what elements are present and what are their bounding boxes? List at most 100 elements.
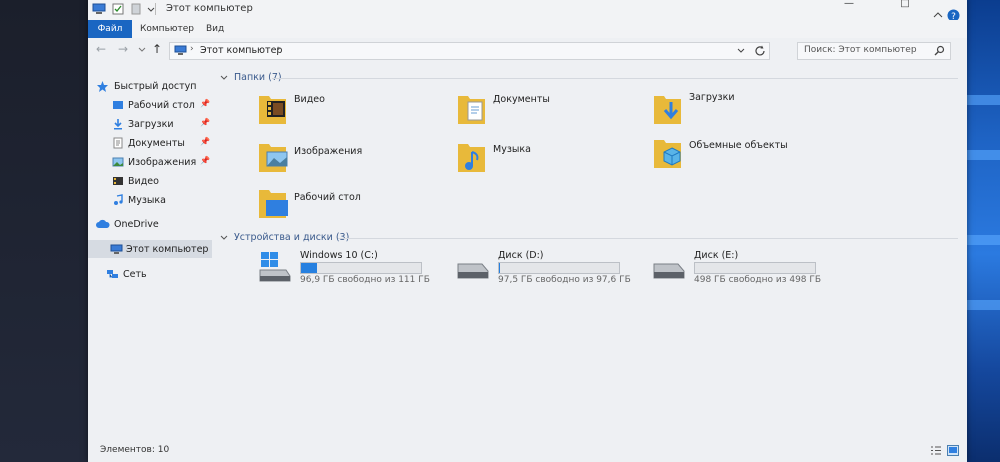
folder-pictures[interactable]: Изображения — [258, 140, 438, 180]
explorer-window: Этот компьютер — □ ? Файл Компьютер Вид … — [88, 0, 967, 462]
sidebar-item-documents[interactable]: Документы — [112, 135, 185, 151]
window-title: Этот компьютер — [166, 3, 253, 14]
pin-icon[interactable]: 📌 — [200, 137, 210, 146]
sidebar-item-this-pc[interactable]: Этот компьютер — [88, 240, 212, 258]
videos-icon — [113, 177, 123, 185]
folder-label: Изображения — [294, 146, 363, 157]
search-box[interactable]: Поиск: Этот компьютер — [797, 42, 951, 60]
sidebar-item-pictures[interactable]: Изображения — [112, 154, 196, 170]
refresh-icon[interactable] — [754, 45, 766, 57]
drive-usage-bar — [498, 262, 620, 274]
documents-icon — [113, 137, 123, 149]
group-divider — [272, 78, 958, 79]
sidebar-item-label: Рабочий стол — [128, 99, 195, 111]
drive-name: Windows 10 (C:) — [300, 250, 378, 261]
pin-icon[interactable]: 📌 — [200, 156, 210, 165]
search-input[interactable]: Поиск: Этот компьютер — [804, 45, 917, 55]
tab-file[interactable]: Файл — [88, 20, 132, 38]
maximize-button[interactable]: □ — [892, 0, 918, 9]
up-button[interactable]: ↑ — [152, 42, 162, 56]
folder-label: Документы — [493, 94, 550, 105]
breadcrumb-separator-icon[interactable]: › — [277, 44, 281, 54]
folder-label: Музыка — [493, 144, 531, 155]
item-count: Элементов: 10 — [100, 445, 170, 455]
sidebar-item-network[interactable]: Сеть — [106, 266, 147, 282]
drives-group-header[interactable]: Устройства и диски (3) — [220, 232, 349, 243]
sidebar-item-label: Загрузки — [128, 118, 174, 130]
drive-e[interactable]: Диск (E:) 498 ГБ свободно из 498 ГБ — [652, 250, 852, 286]
group-divider — [338, 238, 958, 239]
folder-documents[interactable]: Документы — [457, 92, 637, 132]
pin-icon[interactable]: 📌 — [200, 118, 210, 127]
star-icon — [97, 80, 108, 92]
breadcrumb[interactable]: Этот компьютер — [200, 45, 282, 56]
address-box[interactable]: › Этот компьютер › — [169, 42, 770, 60]
drive-name: Диск (E:) — [694, 250, 739, 261]
windows-drive-icon — [259, 252, 291, 282]
address-dropdown-icon[interactable] — [737, 48, 745, 54]
folder-downloads[interactable]: Загрузки — [653, 92, 833, 132]
computer-icon — [174, 45, 187, 55]
minimize-button[interactable]: — — [836, 0, 862, 9]
navigation-pane: Быстрый доступ Рабочий стол 📌 Загрузки 📌… — [88, 74, 212, 444]
new-folder-icon[interactable] — [130, 3, 142, 15]
folder-label: Видео — [294, 94, 325, 105]
details-view-icon[interactable] — [930, 445, 942, 456]
ribbon-expand-icon[interactable] — [933, 11, 943, 19]
sidebar-item-videos[interactable]: Видео — [112, 173, 159, 189]
pictures-folder-icon — [259, 144, 288, 172]
address-bar-row: ← → ↑ › Этот компьютер › Поиск: Этот ком… — [88, 38, 967, 62]
computer-icon — [110, 244, 123, 254]
pictures-icon — [112, 157, 124, 167]
content-pane: Папки (7) Видео Документы Загрузки Изобр… — [214, 62, 967, 442]
folder-label: Рабочий стол — [294, 192, 361, 203]
drive-free-space: 97,5 ГБ свободно из 97,6 ГБ — [498, 275, 631, 285]
sidebar-item-downloads[interactable]: Загрузки — [112, 116, 174, 132]
tab-view[interactable]: Вид — [198, 20, 232, 38]
drive-d[interactable]: Диск (D:) 97,5 ГБ свободно из 97,6 ГБ — [456, 250, 656, 286]
breadcrumb-separator-icon[interactable]: › — [190, 44, 194, 54]
title-bar: Этот компьютер — □ ? — [88, 0, 967, 22]
3d-objects-folder-icon — [654, 140, 681, 168]
folder-3d-objects[interactable]: Объемные объекты — [653, 136, 853, 176]
hard-drive-icon — [457, 263, 489, 279]
computer-icon[interactable] — [92, 3, 106, 15]
properties-icon[interactable] — [112, 3, 124, 15]
sidebar-item-label: Быстрый доступ — [114, 80, 197, 92]
drive-free-space: 96,9 ГБ свободно из 111 ГБ — [300, 275, 430, 285]
sidebar-item-desktop[interactable]: Рабочий стол — [112, 97, 195, 113]
drive-usage-bar — [300, 262, 422, 274]
back-button[interactable]: ← — [96, 42, 106, 56]
drive-c[interactable]: Windows 10 (C:) 96,9 ГБ свободно из 111 … — [258, 250, 458, 286]
sidebar-item-music[interactable]: Музыка — [112, 192, 166, 208]
large-icons-view-icon[interactable] — [947, 445, 959, 456]
sidebar-item-label: Документы — [128, 137, 185, 149]
sidebar-item-label: Этот компьютер — [126, 243, 209, 255]
drive-usage-fill — [301, 263, 317, 273]
folder-music[interactable]: Музыка — [457, 140, 637, 180]
downloads-folder-icon — [654, 96, 681, 124]
sidebar-item-label: Сеть — [123, 268, 147, 280]
sidebar-item-label: Изображения — [128, 156, 197, 168]
desktop-folder-icon — [113, 101, 123, 109]
chevron-down-icon[interactable] — [220, 235, 228, 241]
sidebar-item-onedrive[interactable]: OneDrive — [96, 216, 159, 232]
videos-folder-icon — [259, 96, 286, 124]
drive-usage-bar — [694, 262, 816, 274]
hard-drive-icon — [653, 263, 685, 279]
folder-desktop[interactable]: Рабочий стол — [258, 186, 438, 226]
pin-icon[interactable]: 📌 — [200, 99, 210, 108]
tab-computer[interactable]: Компьютер — [132, 20, 202, 38]
desktop-wallpaper-right — [964, 0, 1000, 462]
search-icon[interactable] — [934, 45, 945, 56]
recent-locations-icon[interactable] — [138, 47, 146, 53]
sidebar-item-label: OneDrive — [114, 218, 159, 230]
forward-button[interactable]: → — [118, 42, 128, 56]
sidebar-item-quick-access[interactable]: Быстрый доступ — [96, 78, 196, 94]
ribbon-tabs: Файл Компьютер Вид — [88, 20, 967, 39]
folder-videos[interactable]: Видео — [258, 92, 438, 132]
status-bar: Элементов: 10 — [88, 442, 967, 460]
chevron-down-icon[interactable] — [220, 75, 228, 81]
customize-dropdown-icon[interactable] — [147, 5, 155, 13]
music-folder-icon — [458, 144, 485, 172]
